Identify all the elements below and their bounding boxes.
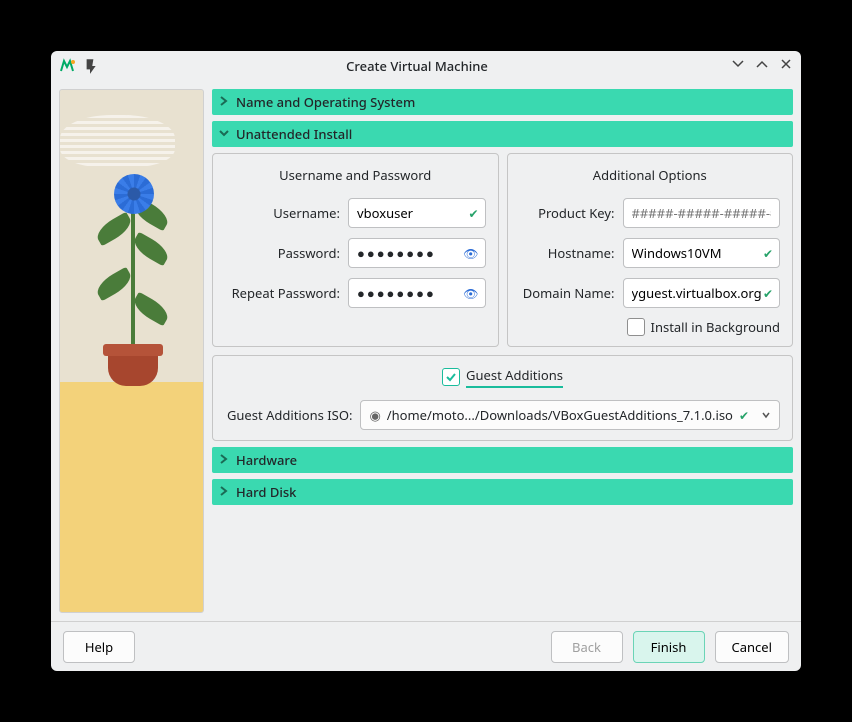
- section-hardware[interactable]: Hardware: [212, 447, 793, 473]
- titlebar: Create Virtual Machine: [51, 51, 801, 81]
- section-hard-disk-label: Hard Disk: [236, 483, 296, 501]
- group-guest-additions: Guest Additions Guest Additions ISO: ◉ /…: [212, 355, 793, 441]
- back-button: Back: [551, 631, 623, 663]
- repeat-password-label: Repeat Password:: [225, 284, 340, 302]
- password-field[interactable]: ●●●●●●●●: [357, 244, 436, 262]
- username-field[interactable]: [357, 204, 477, 222]
- check-icon: ✔: [739, 407, 749, 424]
- dialog-body: Name and Operating System Unattended Ins…: [51, 81, 801, 621]
- disc-icon: ◉: [369, 406, 380, 424]
- chevron-right-icon: [218, 93, 230, 111]
- repeat-password-field[interactable]: ●●●●●●●●: [357, 284, 436, 302]
- section-name-os-label: Name and Operating System: [236, 93, 415, 111]
- password-input[interactable]: ●●●●●●●● 👁: [348, 238, 486, 268]
- window-title: Create Virtual Machine: [103, 57, 731, 75]
- password-label: Password:: [225, 244, 340, 262]
- chevron-down-icon: [218, 125, 230, 143]
- guest-additions-iso-combobox[interactable]: ◉ /home/moto.../Downloads/VBoxGuestAddit…: [360, 400, 780, 430]
- product-key-label: Product Key:: [520, 204, 615, 222]
- check-icon: ✔: [763, 285, 773, 302]
- minimize-icon[interactable]: [731, 57, 745, 75]
- close-icon[interactable]: [779, 57, 793, 75]
- domain-name-label: Domain Name:: [520, 284, 615, 302]
- username-label: Username:: [225, 204, 340, 222]
- help-button[interactable]: Help: [63, 631, 135, 663]
- finish-button[interactable]: Finish: [633, 631, 705, 663]
- dialog-window: Create Virtual Machine: [51, 51, 801, 671]
- guest-additions-iso-label: Guest Additions ISO:: [225, 406, 352, 424]
- maximize-icon[interactable]: [755, 57, 769, 75]
- section-unattended[interactable]: Unattended Install: [212, 121, 793, 147]
- check-icon: ✔: [468, 205, 478, 222]
- hostname-input[interactable]: ✔: [623, 238, 781, 268]
- product-key-field[interactable]: [632, 204, 772, 222]
- group-additional-options-title: Additional Options: [520, 166, 781, 184]
- install-in-background-checkbox[interactable]: [627, 318, 645, 336]
- domain-name-input[interactable]: ✔: [623, 278, 781, 308]
- repeat-password-input[interactable]: ●●●●●●●● 👁: [348, 278, 486, 308]
- hostname-field[interactable]: [632, 244, 772, 262]
- unattended-panel: Username and Password Username: ✔ Passwo…: [212, 153, 793, 441]
- group-username-password-title: Username and Password: [225, 166, 486, 184]
- check-icon: ✔: [763, 245, 773, 262]
- domain-name-field[interactable]: [632, 284, 772, 302]
- section-unattended-label: Unattended Install: [236, 125, 352, 143]
- button-bar: Help Back Finish Cancel: [51, 621, 801, 671]
- cancel-button[interactable]: Cancel: [715, 631, 789, 663]
- vbox-app-icon: [59, 57, 77, 75]
- section-hard-disk[interactable]: Hard Disk: [212, 479, 793, 505]
- chevron-right-icon: [218, 451, 230, 469]
- group-username-password: Username and Password Username: ✔ Passwo…: [212, 153, 499, 347]
- section-name-os[interactable]: Name and Operating System: [212, 89, 793, 115]
- chevron-down-icon: [761, 406, 771, 424]
- guest-additions-label: Guest Additions: [466, 366, 563, 388]
- product-key-input[interactable]: [623, 198, 781, 228]
- wizard-illustration: [59, 89, 204, 613]
- hostname-label: Hostname:: [520, 244, 615, 262]
- install-in-background-label: Install in Background: [651, 318, 780, 336]
- guest-additions-iso-value: /home/moto.../Downloads/VBoxGuestAdditio…: [387, 406, 733, 424]
- wizard-content: Name and Operating System Unattended Ins…: [212, 89, 793, 613]
- section-hardware-label: Hardware: [236, 451, 297, 469]
- pin-icon[interactable]: [81, 57, 99, 75]
- guest-additions-checkbox[interactable]: [442, 368, 460, 386]
- eye-icon[interactable]: 👁: [463, 285, 478, 302]
- chevron-right-icon: [218, 483, 230, 501]
- group-additional-options: Additional Options Product Key: Hostname…: [507, 153, 794, 347]
- eye-icon[interactable]: 👁: [463, 245, 478, 262]
- username-input[interactable]: ✔: [348, 198, 486, 228]
